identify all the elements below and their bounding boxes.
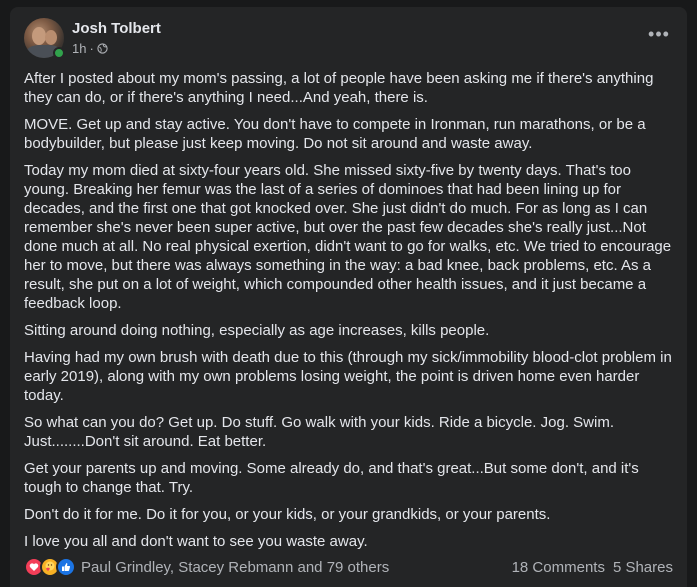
author-name[interactable]: Josh Tolbert xyxy=(72,20,161,37)
reaction-icons[interactable] xyxy=(24,557,76,577)
ellipsis-icon: ••• xyxy=(648,24,670,44)
reactions-bar: Paul Grindley, Stacey Rebmann and 79 oth… xyxy=(24,556,673,578)
more-options-button[interactable]: ••• xyxy=(645,24,673,44)
post-paragraph: MOVE. Get up and stay active. You don't … xyxy=(24,116,646,152)
post-card: Josh Tolbert 1h · ••• After I posted abo… xyxy=(10,7,687,587)
post-paragraph: Today my mom died at sixty-four years ol… xyxy=(24,162,672,312)
online-status-dot xyxy=(53,47,65,59)
avatar-face-right xyxy=(45,30,57,45)
post-paragraph: So what can you do? Get up. Do stuff. Go… xyxy=(24,414,614,450)
post-paragraph: After I posted about my mom's passing, a… xyxy=(24,70,654,106)
post-header: Josh Tolbert 1h · ••• xyxy=(24,18,673,62)
avatar-face-left xyxy=(32,27,46,45)
post-timestamp[interactable]: 1h xyxy=(72,41,86,56)
like-icon xyxy=(56,557,76,577)
meta-separator: · xyxy=(89,41,94,56)
shares-count-link[interactable]: 5 Shares xyxy=(613,559,673,576)
globe-icon[interactable] xyxy=(97,43,108,54)
post-paragraph: Having had my own brush with death due t… xyxy=(24,349,672,404)
post-paragraph: I love you all and don't want to see you… xyxy=(24,533,368,550)
post-paragraph: Don't do it for me. Do it for you, or yo… xyxy=(24,506,551,523)
post-body: After I posted about my mom's passing, a… xyxy=(24,69,674,559)
post-paragraph: Get your parents up and moving. Some alr… xyxy=(24,460,639,496)
comments-count-link[interactable]: 18 Comments xyxy=(512,559,605,576)
post-stats: 18 Comments 5 Shares xyxy=(512,559,673,576)
post-meta: 1h · xyxy=(72,41,108,56)
reaction-names[interactable]: Paul Grindley, Stacey Rebmann and 79 oth… xyxy=(81,559,389,576)
post-paragraph: Sitting around doing nothing, especially… xyxy=(24,322,490,339)
